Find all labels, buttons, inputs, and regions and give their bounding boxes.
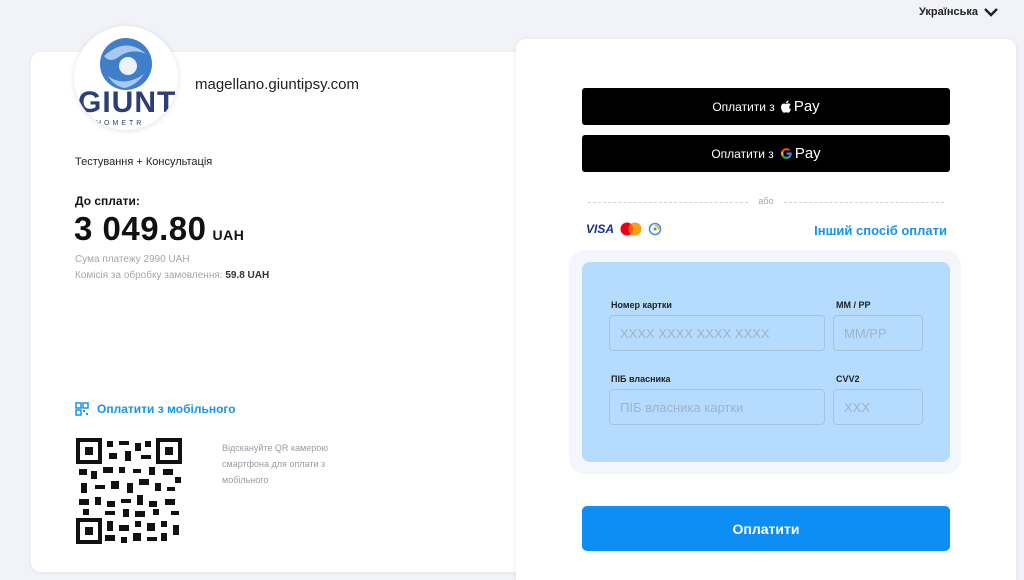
commission-label: Комісія за обробку замовлення: [75,270,223,281]
visa-logo: VISA [586,222,615,236]
amount-currency: UAH [212,227,245,243]
amount-label: До сплати: [75,194,140,208]
prostir-icon [648,222,662,236]
expiry-label: ММ / РР [836,300,871,310]
cvv-label: CVV2 [836,374,860,384]
logo-subtext: HOMETR [96,120,145,127]
card-form [582,262,950,462]
apple-pay-label: Оплатити з [712,99,775,114]
or-divider-text: або [758,196,774,206]
pay-from-mobile-label: Оплатити з мобільного [97,402,236,416]
mastercard-icon [620,222,642,236]
logo-text: GIUNTI [78,86,178,119]
qr-grid-icon [75,402,89,416]
amount-total: 3 049.80 UAH [74,210,244,248]
qr-hint: Відскануйте QR камерою смартфона для опл… [222,443,329,485]
card-brands: VISA [586,222,662,236]
merchant-domain: magellano.giuntipsy.com [195,76,359,93]
cvv-input[interactable] [833,389,923,425]
apple-icon [780,100,791,113]
other-payment-method-link[interactable]: Інший спосіб оплати [814,223,947,238]
order-description: Тестування + Консультація [75,156,213,168]
commission-value: 59.8 UAH [225,270,270,281]
language-selector[interactable]: Українська [919,6,998,18]
commission-line: Комісія за обробку замовлення: 59.8 UAH [75,270,269,281]
google-pay-label: Оплатити з [711,146,774,161]
chevron-down-icon [984,8,998,17]
pay-submit-button[interactable]: Оплатити [582,506,950,551]
apple-pay-brand: Pay [793,98,820,115]
language-label: Українська [918,6,978,18]
qr-code [75,437,183,545]
merchant-logo: GIUNTI HOMETR [74,26,178,130]
google-pay-button[interactable]: Оплатити з Pay [582,135,950,172]
google-pay-brand: Pay [794,145,821,162]
expiry-input[interactable] [833,315,923,351]
cardholder-input[interactable] [609,389,825,425]
amount-value: 3 049.80 [74,210,207,247]
apple-pay-button[interactable]: Оплатити з Pay [582,88,950,125]
card-number-input[interactable] [609,315,825,351]
payment-sum: Сума платежу 2990 UAH [75,254,190,265]
pay-from-mobile-link[interactable]: Оплатити з мобільного [75,402,236,416]
or-divider: або [588,196,944,208]
google-icon [780,148,792,159]
cardholder-label: ПІБ власника [611,374,671,384]
card-number-label: Номер картки [611,300,672,310]
